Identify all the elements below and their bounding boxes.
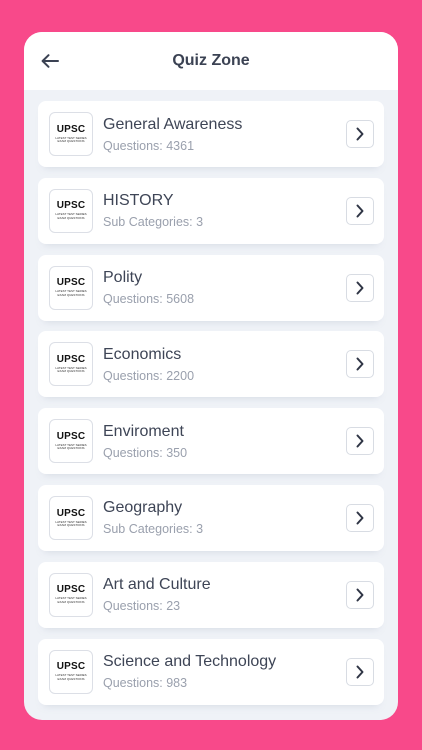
category-text: Economics Questions: 2200 <box>103 345 346 384</box>
upsc-logo: UPSC LATEST TEST SERIES EXAM QUESTIONS <box>49 112 93 156</box>
logo-subtitle: LATEST TEST SERIES EXAM QUESTIONS <box>55 212 87 220</box>
logo-subtitle: LATEST TEST SERIES EXAM QUESTIONS <box>55 673 87 681</box>
open-category-button[interactable] <box>346 427 374 456</box>
chevron-right-icon <box>356 357 364 371</box>
upsc-logo: UPSC LATEST TEST SERIES EXAM QUESTIONS <box>49 342 93 387</box>
chevron-right-icon <box>356 434 364 448</box>
category-subtitle: Questions: 983 <box>103 676 188 691</box>
open-category-button[interactable] <box>346 196 374 225</box>
logo-subtitle: LATEST TEST SERIES EXAM QUESTIONS <box>55 135 87 143</box>
upsc-logo: UPSC LATEST TEST SERIES EXAM QUESTIONS <box>49 188 93 233</box>
category-list: UPSC LATEST TEST SERIES EXAM QUESTIONS G… <box>24 90 398 705</box>
category-name: Art and Culture <box>103 576 211 594</box>
upsc-logo: UPSC LATEST TEST SERIES EXAM QUESTIONS <box>49 572 93 617</box>
logo-title: UPSC <box>56 507 86 519</box>
logo-subtitle: LATEST TEST SERIES EXAM QUESTIONS <box>55 365 87 374</box>
category-name: Science and Technology <box>103 653 277 671</box>
category-name: HISTORY <box>103 192 174 210</box>
category-card-7[interactable]: UPSC LATEST TEST SERIES EXAM QUESTIONS S… <box>38 638 384 705</box>
arrow-left-icon <box>41 54 59 68</box>
open-category-button[interactable] <box>346 350 374 379</box>
upsc-logo: UPSC LATEST TEST SERIES EXAM QUESTIONS <box>49 649 93 694</box>
category-subtitle: Sub Categories: 3 <box>103 522 204 537</box>
upsc-logo: UPSC LATEST TEST SERIES EXAM QUESTIONS <box>49 495 93 540</box>
logo-title: UPSC <box>56 123 86 135</box>
logo-title: UPSC <box>56 584 86 596</box>
category-subtitle: Questions: 5608 <box>103 292 195 307</box>
category-text: Enviroment Questions: 350 <box>103 422 346 461</box>
category-subtitle: Questions: 4361 <box>103 138 195 153</box>
logo-title: UPSC <box>56 200 86 212</box>
logo-title: UPSC <box>56 353 86 365</box>
category-name: Enviroment <box>103 422 184 440</box>
page-title: Quiz Zone <box>172 52 250 69</box>
chevron-right-icon <box>356 588 364 602</box>
app-header: Quiz Zone <box>24 32 398 90</box>
category-card-3[interactable]: UPSC LATEST TEST SERIES EXAM QUESTIONS E… <box>38 331 384 398</box>
category-text: General Awareness Questions: 4361 <box>103 115 346 154</box>
category-text: Science and Technology Questions: 983 <box>103 652 346 691</box>
category-subtitle: Questions: 23 <box>103 599 181 614</box>
chevron-right-icon <box>356 204 364 218</box>
category-card-4[interactable]: UPSC LATEST TEST SERIES EXAM QUESTIONS E… <box>38 408 384 475</box>
open-category-button[interactable] <box>346 120 374 148</box>
logo-title: UPSC <box>56 277 86 289</box>
chevron-right-icon <box>356 511 364 525</box>
category-name: General Awareness <box>103 115 243 133</box>
open-category-button[interactable] <box>346 657 374 686</box>
back-button[interactable] <box>38 49 62 73</box>
logo-title: UPSC <box>56 661 86 673</box>
category-subtitle: Questions: 2200 <box>103 368 195 383</box>
open-category-button[interactable] <box>346 503 374 532</box>
open-category-button[interactable] <box>346 273 374 302</box>
upsc-logo: UPSC LATEST TEST SERIES EXAM QUESTIONS <box>49 419 93 464</box>
upsc-logo: UPSC LATEST TEST SERIES EXAM QUESTIONS <box>49 265 93 310</box>
category-name: Polity <box>103 269 143 287</box>
category-card-6[interactable]: UPSC LATEST TEST SERIES EXAM QUESTIONS A… <box>38 561 384 628</box>
category-name: Geography <box>103 499 183 517</box>
chevron-right-icon <box>356 127 364 141</box>
logo-subtitle: LATEST TEST SERIES EXAM QUESTIONS <box>55 519 87 527</box>
open-category-button[interactable] <box>346 580 374 609</box>
category-text: Polity Questions: 5608 <box>103 268 346 307</box>
category-card-1[interactable]: UPSC LATEST TEST SERIES EXAM QUESTIONS H… <box>38 177 384 244</box>
category-card-2[interactable]: UPSC LATEST TEST SERIES EXAM QUESTIONS P… <box>38 254 384 321</box>
category-text: Geography Sub Categories: 3 <box>103 498 346 537</box>
logo-subtitle: LATEST TEST SERIES EXAM QUESTIONS <box>55 596 87 604</box>
category-name: Economics <box>103 345 182 363</box>
category-text: HISTORY Sub Categories: 3 <box>103 191 346 230</box>
chevron-right-icon <box>356 281 364 295</box>
logo-title: UPSC <box>56 430 86 442</box>
category-card-5[interactable]: UPSC LATEST TEST SERIES EXAM QUESTIONS G… <box>38 484 384 551</box>
category-subtitle: Questions: 350 <box>103 445 188 460</box>
logo-subtitle: LATEST TEST SERIES EXAM QUESTIONS <box>55 289 87 297</box>
chevron-right-icon <box>356 665 364 679</box>
phone-screen: Quiz Zone UPSC LATEST TEST SERIES EXAM Q… <box>24 32 398 720</box>
category-card-0[interactable]: UPSC LATEST TEST SERIES EXAM QUESTIONS G… <box>38 101 384 167</box>
category-subtitle: Sub Categories: 3 <box>103 215 204 230</box>
logo-subtitle: LATEST TEST SERIES EXAM QUESTIONS <box>55 442 87 451</box>
category-text: Art and Culture Questions: 23 <box>103 575 346 614</box>
